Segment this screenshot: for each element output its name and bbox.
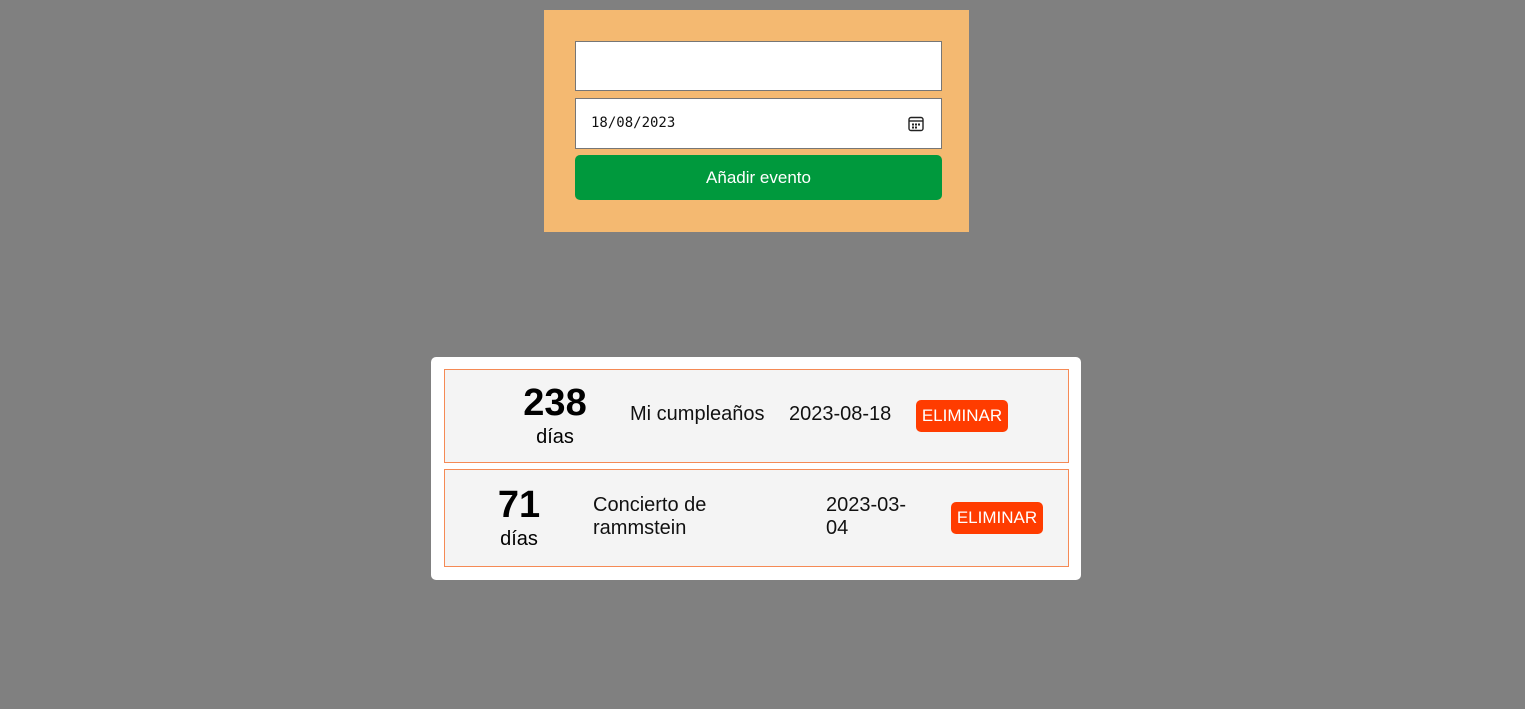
event-date: 2023-03- 04 <box>826 494 906 540</box>
date-value: 18/08/2023 <box>591 115 676 131</box>
days-count: 238 <box>523 382 587 424</box>
event-date-line: 2023-03- <box>826 494 907 516</box>
event-form: 18/08/2023 Añadir evento <box>544 10 969 232</box>
days-unit: días <box>500 528 538 550</box>
event-date: 2023-08-18 <box>789 403 892 425</box>
event-card: 238 días Mi cumpleaños 2023-08-18 ELIMIN… <box>444 369 1069 463</box>
event-name: Mi cumpleaños <box>630 403 765 425</box>
event-card: 71 días Concierto de rammstein 2023-03- … <box>444 469 1069 567</box>
event-name-line: Concierto de <box>593 494 707 516</box>
event-date-line: 04 <box>826 517 849 539</box>
events-list: 238 días Mi cumpleaños 2023-08-18 ELIMIN… <box>431 357 1081 580</box>
days-unit: días <box>536 426 574 448</box>
delete-event-button[interactable]: ELIMINAR <box>951 502 1043 534</box>
event-name: Concierto de rammstein <box>593 494 706 540</box>
event-name-line: rammstein <box>593 517 687 539</box>
event-date-input[interactable]: 18/08/2023 <box>575 98 942 149</box>
delete-event-button[interactable]: ELIMINAR <box>916 400 1008 432</box>
calendar-icon[interactable] <box>907 115 925 133</box>
add-event-button[interactable]: Añadir evento <box>575 155 942 200</box>
days-count: 71 <box>497 484 541 526</box>
event-name-input[interactable] <box>575 41 942 91</box>
